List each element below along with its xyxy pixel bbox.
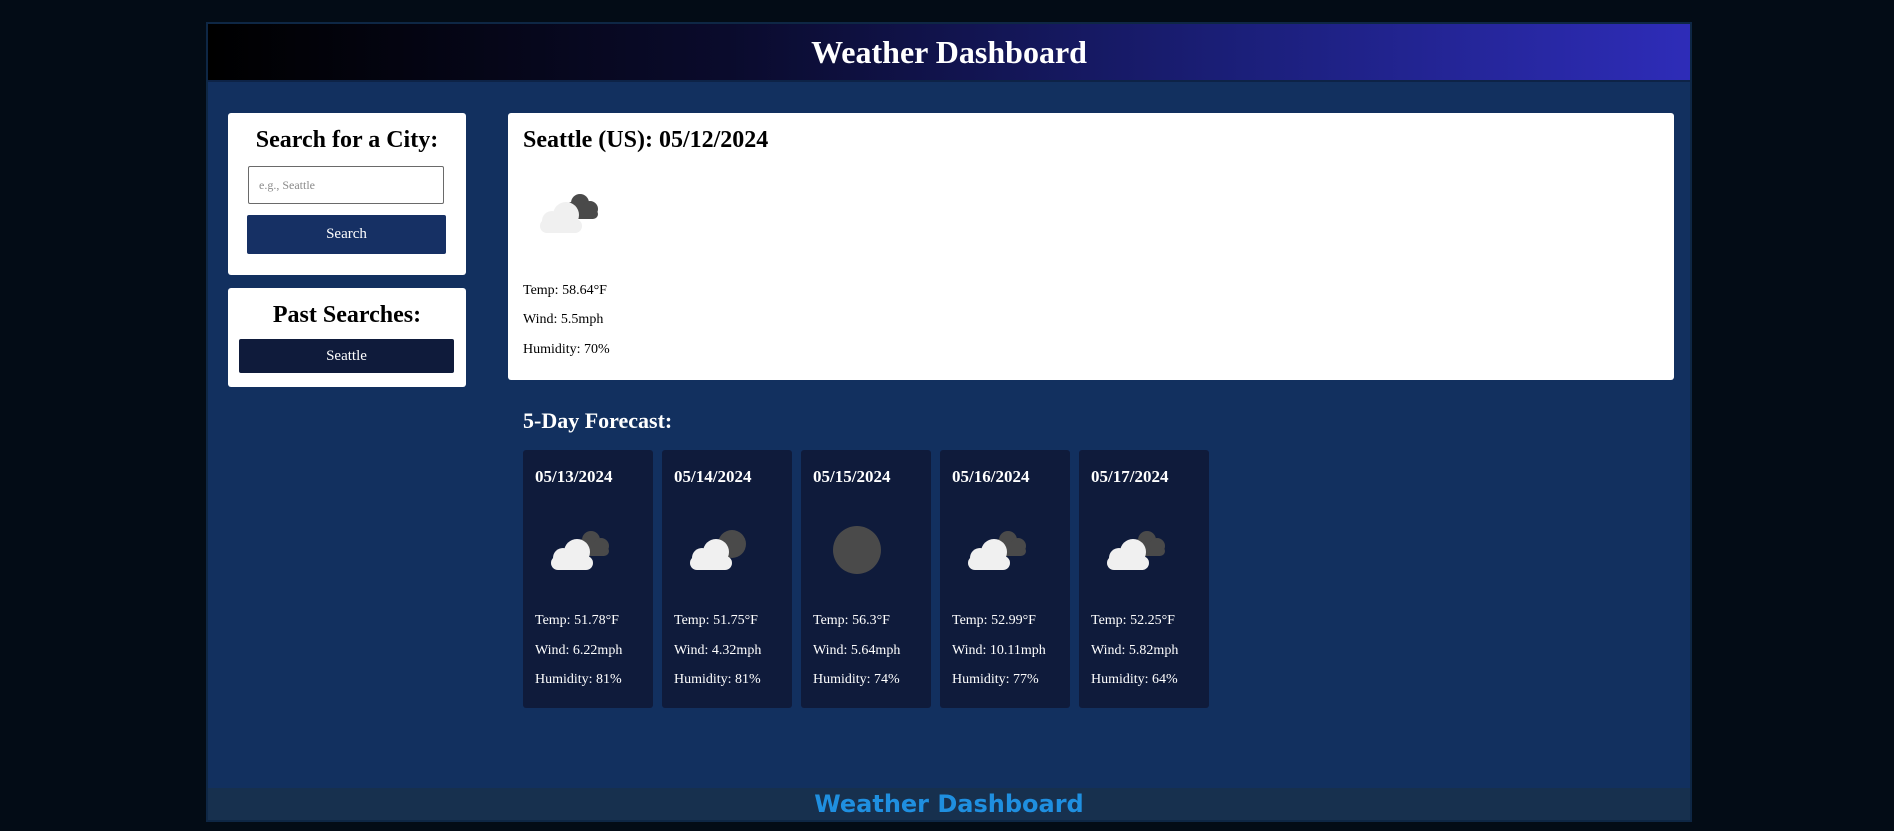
forecast-wind: Wind: 4.32mph — [674, 643, 762, 658]
weather-dashboard-app: Weather Dashboard Search for a City: Sea… — [206, 22, 1692, 822]
broken-clouds-icon — [968, 531, 1026, 570]
header-bar: Weather Dashboard — [208, 24, 1690, 82]
forecast-card: 05/13/2024 Temp: 51.78°F Wind: 6.22mph H… — [523, 450, 653, 708]
forecast-card: 05/16/2024 Temp: 52.99°F Wind: 10.11mph … — [940, 450, 1070, 708]
past-searches-title: Past Searches: — [272, 302, 422, 328]
forecast-temp: Temp: 51.75°F — [674, 613, 758, 628]
forecast-temp: Temp: 52.25°F — [1091, 613, 1175, 628]
past-searches-panel: Past Searches: Seattle — [228, 288, 466, 387]
search-panel: Search for a City: Search — [228, 113, 466, 275]
dark-cloud-icon — [833, 526, 881, 574]
footer: Weather Dashboard — [208, 788, 1690, 820]
broken-clouds-icon — [540, 194, 598, 233]
forecast-wind: Wind: 5.82mph — [1091, 643, 1179, 658]
forecast-date: 05/16/2024 — [952, 467, 1030, 486]
search-button[interactable]: Search — [247, 215, 446, 254]
search-panel-title: Search for a City: — [255, 127, 439, 153]
forecast-wind: Wind: 5.64mph — [813, 643, 901, 658]
forecast-temp: Temp: 51.78°F — [535, 613, 619, 628]
forecast-humidity: Humidity: 81% — [674, 672, 761, 687]
forecast-temp: Temp: 56.3°F — [813, 613, 890, 628]
forecast-humidity: Humidity: 77% — [952, 672, 1039, 687]
forecast-humidity: Humidity: 74% — [813, 672, 900, 687]
history-item-seattle[interactable]: Seattle — [239, 339, 454, 373]
forecast-title: 5-Day Forecast: — [523, 408, 673, 433]
forecast-card: 05/15/2024 Temp: 56.3°F Wind: 5.64mph Hu… — [801, 450, 931, 708]
forecast-date: 05/14/2024 — [674, 467, 752, 486]
forecast-card: 05/14/2024 Temp: 51.75°F Wind: 4.32mph H… — [662, 450, 792, 708]
current-temp: Temp: 58.64°F — [523, 283, 607, 298]
forecast-temp: Temp: 52.99°F — [952, 613, 1036, 628]
current-wind: Wind: 5.5mph — [523, 312, 604, 327]
footer-title: Weather Dashboard — [814, 790, 1084, 818]
broken-clouds-icon — [1107, 531, 1165, 570]
city-search-input[interactable] — [248, 166, 444, 204]
overcast-clouds-icon — [690, 530, 746, 570]
forecast-humidity: Humidity: 81% — [535, 672, 622, 687]
current-humidity: Humidity: 70% — [523, 342, 610, 357]
forecast-date: 05/15/2024 — [813, 467, 891, 486]
forecast-card: 05/17/2024 Temp: 52.25°F Wind: 5.82mph H… — [1079, 450, 1209, 708]
broken-clouds-icon — [551, 531, 609, 570]
page-title: Weather Dashboard — [811, 33, 1087, 70]
current-weather-title: Seattle (US): 05/12/2024 — [523, 127, 769, 153]
current-weather-card: Seattle (US): 05/12/2024 Temp: 58.64°F W… — [508, 113, 1674, 380]
forecast-humidity: Humidity: 64% — [1091, 672, 1178, 687]
forecast-date: 05/17/2024 — [1091, 467, 1169, 486]
forecast-wind: Wind: 10.11mph — [952, 643, 1046, 658]
forecast-wind: Wind: 6.22mph — [535, 643, 623, 658]
forecast-date: 05/13/2024 — [535, 467, 613, 486]
